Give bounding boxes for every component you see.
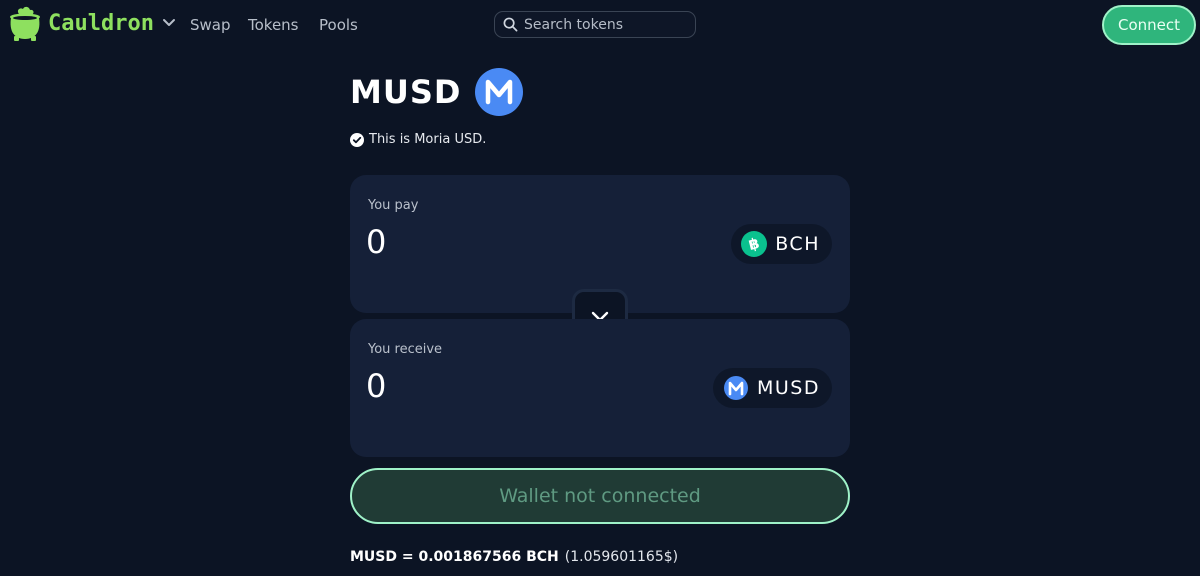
rate-usd: (1.059601165$) (564, 549, 679, 565)
search-box[interactable] (494, 11, 696, 38)
brand-name: Cauldron (48, 10, 154, 36)
musd-icon (724, 376, 748, 400)
pay-label: You pay (368, 198, 419, 213)
exchange-rate: MUSD = 0.001867566 BCH (1.059601165$) (350, 549, 678, 565)
bch-icon: ฿ (741, 231, 768, 257)
receive-label: You receive (368, 342, 443, 357)
rate-value: MUSD = 0.001867566 BCH (350, 549, 559, 565)
receive-token-label: MUSD (757, 377, 820, 399)
brand-logo[interactable]: Cauldron (8, 4, 176, 42)
token-description: This is Moria USD. (350, 132, 486, 147)
nav-tokens[interactable]: Tokens (248, 16, 299, 34)
check-circle-icon (350, 132, 364, 147)
receive-token-select[interactable]: MUSD (713, 368, 832, 408)
search-icon (503, 17, 518, 32)
nav-swap[interactable]: Swap (190, 16, 231, 34)
receive-amount-input[interactable] (366, 367, 666, 405)
musd-icon (475, 68, 524, 116)
connect-button[interactable]: Connect (1102, 5, 1196, 45)
cauldron-icon (10, 6, 40, 41)
pay-token-label: BCH (775, 233, 820, 255)
page-title: MUSD (350, 73, 462, 111)
description-text: This is Moria USD. (369, 132, 487, 147)
nav-pools[interactable]: Pools (319, 16, 358, 34)
pay-amount-input[interactable] (366, 223, 666, 261)
receive-card: You receive MUSD (350, 319, 850, 457)
chevron-down-icon[interactable] (162, 18, 176, 28)
token-header: MUSD (350, 68, 524, 116)
wallet-not-connected-button[interactable]: Wallet not connected (350, 468, 850, 524)
pay-token-select[interactable]: ฿ BCH (731, 224, 832, 264)
search-input[interactable] (524, 16, 684, 33)
top-nav: Cauldron Swap Tokens Pools Connect (0, 0, 1200, 50)
